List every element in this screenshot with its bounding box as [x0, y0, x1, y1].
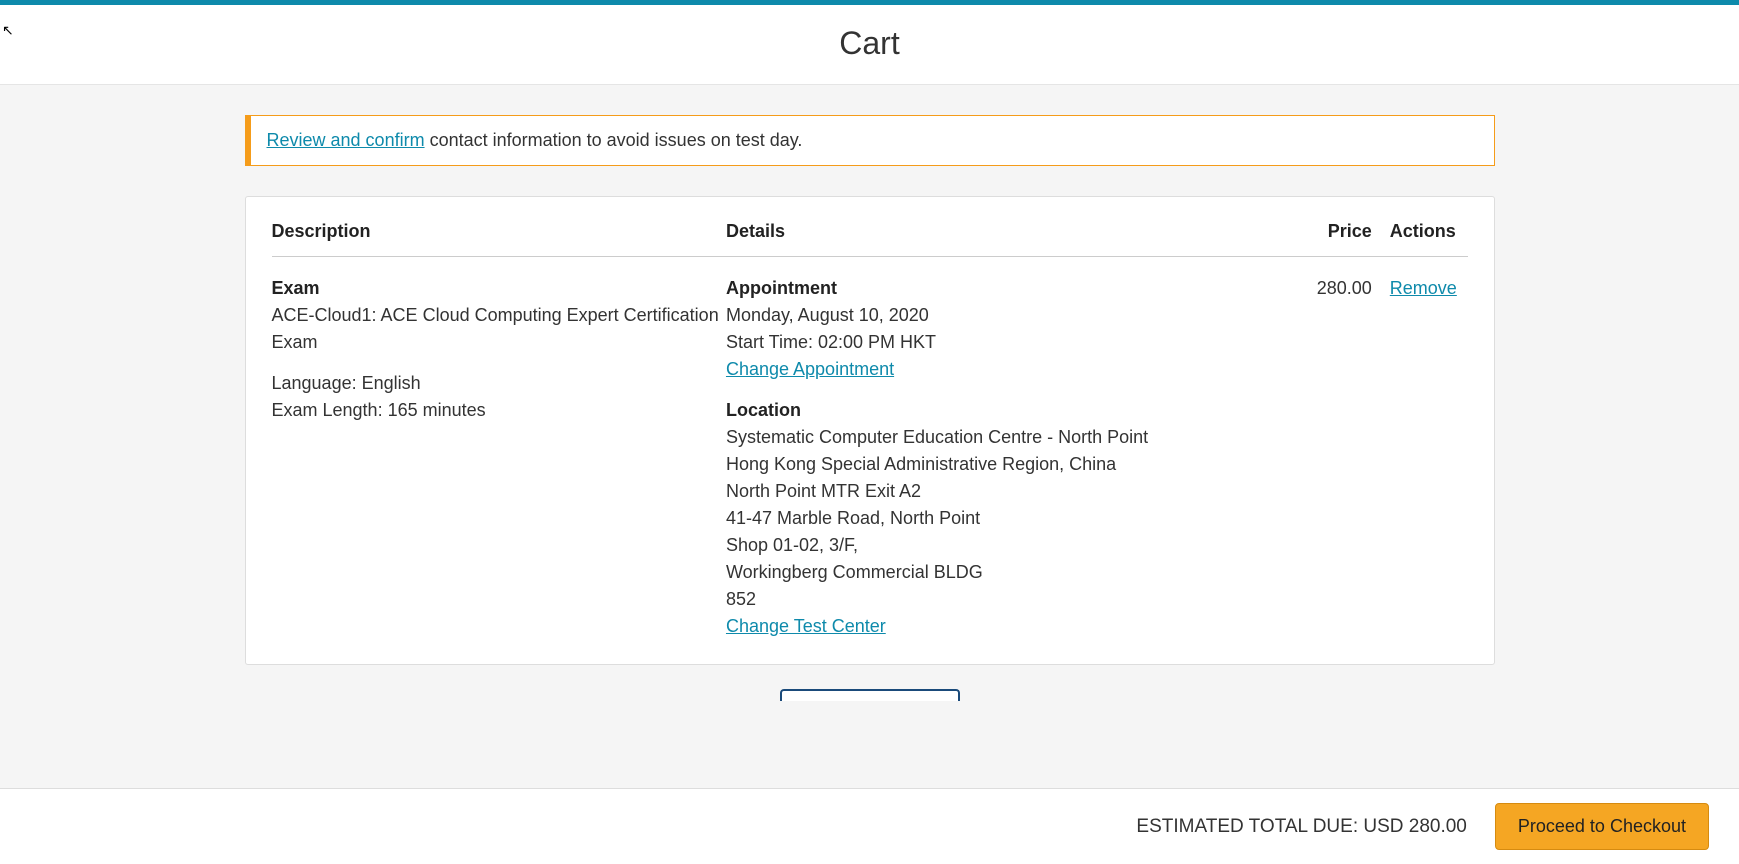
- location-block: Location Systematic Computer Education C…: [726, 397, 1288, 640]
- col-header-details: Details: [726, 221, 1288, 257]
- location-heading: Location: [726, 397, 1288, 424]
- exam-length: Exam Length: 165 minutes: [272, 397, 726, 424]
- location-line: 41-47 Marble Road, North Point: [726, 505, 1288, 532]
- appointment-heading: Appointment: [726, 275, 1288, 302]
- change-appointment-link[interactable]: Change Appointment: [726, 359, 894, 379]
- cart-card: Description Details Price Actions Exam A…: [245, 196, 1495, 665]
- main-container: Review and confirm contact information t…: [245, 85, 1495, 801]
- page-title: Cart: [0, 25, 1739, 62]
- location-line: Systematic Computer Education Centre - N…: [726, 424, 1288, 451]
- appointment-date: Monday, August 10, 2020: [726, 302, 1288, 329]
- exam-name: ACE-Cloud1: ACE Cloud Computing Expert C…: [272, 302, 726, 356]
- cell-price: 280.00: [1288, 257, 1372, 641]
- location-line: Shop 01-02, 3/F,: [726, 532, 1288, 559]
- table-header-row: Description Details Price Actions: [272, 221, 1468, 257]
- footer-bar: ESTIMATED TOTAL DUE: USD 280.00 Proceed …: [0, 788, 1739, 864]
- change-test-center-link[interactable]: Change Test Center: [726, 616, 886, 636]
- review-contact-alert: Review and confirm contact information t…: [245, 115, 1495, 166]
- appointment-start-time: Start Time: 02:00 PM HKT: [726, 329, 1288, 356]
- col-header-actions: Actions: [1372, 221, 1468, 257]
- cell-actions: Remove: [1372, 257, 1468, 641]
- col-header-price: Price: [1288, 221, 1372, 257]
- partial-button-top[interactable]: [780, 689, 960, 701]
- cell-description: Exam ACE-Cloud1: ACE Cloud Computing Exp…: [272, 257, 726, 641]
- estimated-total: ESTIMATED TOTAL DUE: USD 280.00: [1136, 816, 1467, 838]
- remove-link[interactable]: Remove: [1390, 278, 1457, 298]
- location-line: Workingberg Commercial BLDG: [726, 559, 1288, 586]
- alert-text: contact information to avoid issues on t…: [425, 130, 803, 150]
- exam-language: Language: English: [272, 370, 726, 397]
- exam-meta: Language: English Exam Length: 165 minut…: [272, 370, 726, 424]
- proceed-to-checkout-button[interactable]: Proceed to Checkout: [1495, 803, 1709, 850]
- location-line: Hong Kong Special Administrative Region,…: [726, 451, 1288, 478]
- col-header-description: Description: [272, 221, 726, 257]
- cart-table: Description Details Price Actions Exam A…: [272, 221, 1468, 640]
- location-line: North Point MTR Exit A2: [726, 478, 1288, 505]
- exam-heading: Exam: [272, 275, 726, 302]
- review-confirm-link[interactable]: Review and confirm: [267, 130, 425, 150]
- page-header: Cart: [0, 5, 1739, 85]
- location-line: 852: [726, 586, 1288, 613]
- table-row: Exam ACE-Cloud1: ACE Cloud Computing Exp…: [272, 257, 1468, 641]
- cell-details: Appointment Monday, August 10, 2020 Star…: [726, 257, 1288, 641]
